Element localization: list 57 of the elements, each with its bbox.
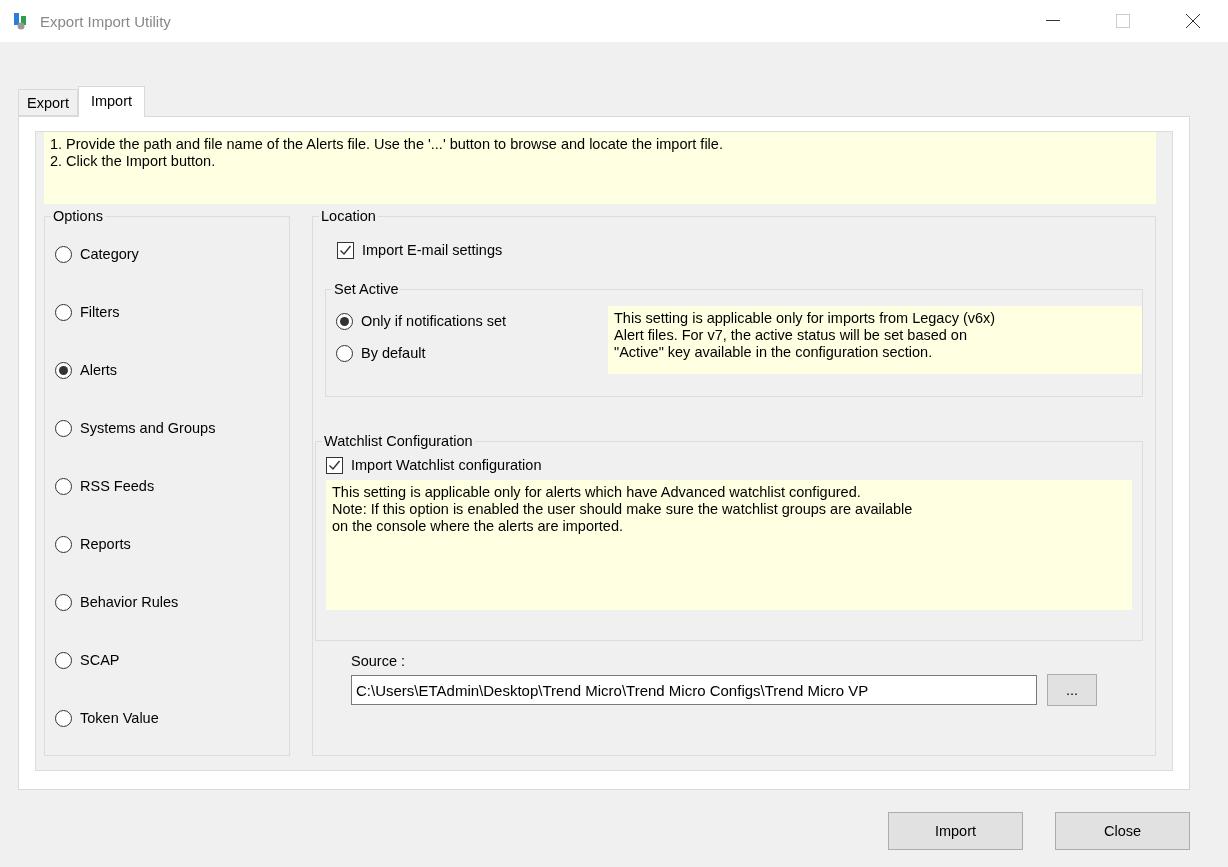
radio-button[interactable]	[55, 303, 72, 321]
radio-button[interactable]	[55, 419, 72, 437]
tab[interactable]: Import	[77, 86, 145, 117]
dialog-button[interactable]: Import	[888, 812, 1023, 850]
radio-button[interactable]	[336, 344, 353, 362]
radio-label: Category	[80, 246, 139, 262]
radio-button[interactable]	[336, 312, 353, 330]
checkbox-label: Import Watchlist configuration	[351, 457, 542, 473]
group-title: Options	[51, 207, 105, 225]
radio-label: By default	[361, 345, 426, 361]
radio-button[interactable]	[55, 477, 72, 495]
radio-label: Only if notifications set	[361, 313, 507, 329]
radio-label: Alerts	[80, 362, 118, 378]
dialog-button[interactable]: Close	[1055, 812, 1190, 850]
close-icon[interactable]	[1185, 13, 1201, 29]
note-text: This setting is applicable only for alerts which have Advanced watchlist configured.	[332, 484, 862, 501]
checkbox-label: Import E-mail settings	[362, 242, 503, 258]
option-radio[interactable]: Filters	[55, 297, 289, 327]
set-active-radio[interactable]: By default	[336, 338, 598, 368]
instruction-text: 2. Click the Import button.	[50, 153, 217, 170]
radio-button[interactable]	[55, 709, 72, 727]
radio-label: Systems and Groups	[80, 420, 216, 436]
note-text: This setting is applicable only for imports from Legacy (v6x)	[614, 310, 997, 327]
radio-button[interactable]	[55, 535, 72, 553]
note-text: Note: If this option is enabled the user should make sure the watchlist groups are available	[332, 501, 914, 518]
window-title: Export Import Utility	[40, 12, 172, 30]
option-radio[interactable]: RSS Feeds	[55, 471, 289, 501]
radio-label: SCAP	[80, 652, 120, 668]
instruction-text: 1. Provide the path and file name of the Alerts file. Use the '...' button to browse and locate the import file.	[50, 136, 724, 153]
option-radio[interactable]: Alerts	[55, 355, 289, 385]
radio-label: Reports	[80, 536, 131, 552]
set-active-radio[interactable]: Only if notifications set	[336, 306, 598, 336]
option-radio[interactable]: Category	[55, 239, 289, 269]
option-radio[interactable]: Behavior Rules	[55, 587, 289, 617]
checkbox[interactable]	[326, 456, 343, 474]
radio-label: Token Value	[80, 710, 159, 726]
radio-label: RSS Feeds	[80, 478, 155, 494]
group-title: Watchlist Configuration	[322, 432, 475, 450]
source-path-field[interactable]: C:\Users\ETAdmin\Desktop\Trend Micro\Trend Micro Configs\Trend Micro VP	[351, 675, 1037, 705]
radio-label: Filters	[80, 304, 120, 320]
browse-button[interactable]: ...	[1047, 674, 1097, 706]
note-text: Alert files. For v7, the active status will be set based on	[614, 327, 968, 344]
radio-button[interactable]	[55, 361, 72, 379]
radio-button[interactable]	[55, 593, 72, 611]
minimize-icon[interactable]	[1046, 20, 1060, 22]
tab[interactable]: Export	[18, 89, 78, 116]
source-label: Source :	[351, 653, 405, 669]
note-text: on the console where the alerts are imported.	[332, 518, 624, 535]
radio-label: Behavior Rules	[80, 594, 179, 610]
radio-button[interactable]	[55, 245, 72, 263]
option-radio[interactable]: Reports	[55, 529, 289, 559]
option-radio[interactable]: SCAP	[55, 645, 289, 675]
checkbox[interactable]	[337, 241, 354, 259]
option-radio[interactable]: Token Value	[55, 703, 289, 733]
option-radio[interactable]: Systems and Groups	[55, 413, 289, 443]
radio-button[interactable]	[55, 651, 72, 669]
note-text: "Active" key available in the configuration section.	[614, 344, 934, 361]
